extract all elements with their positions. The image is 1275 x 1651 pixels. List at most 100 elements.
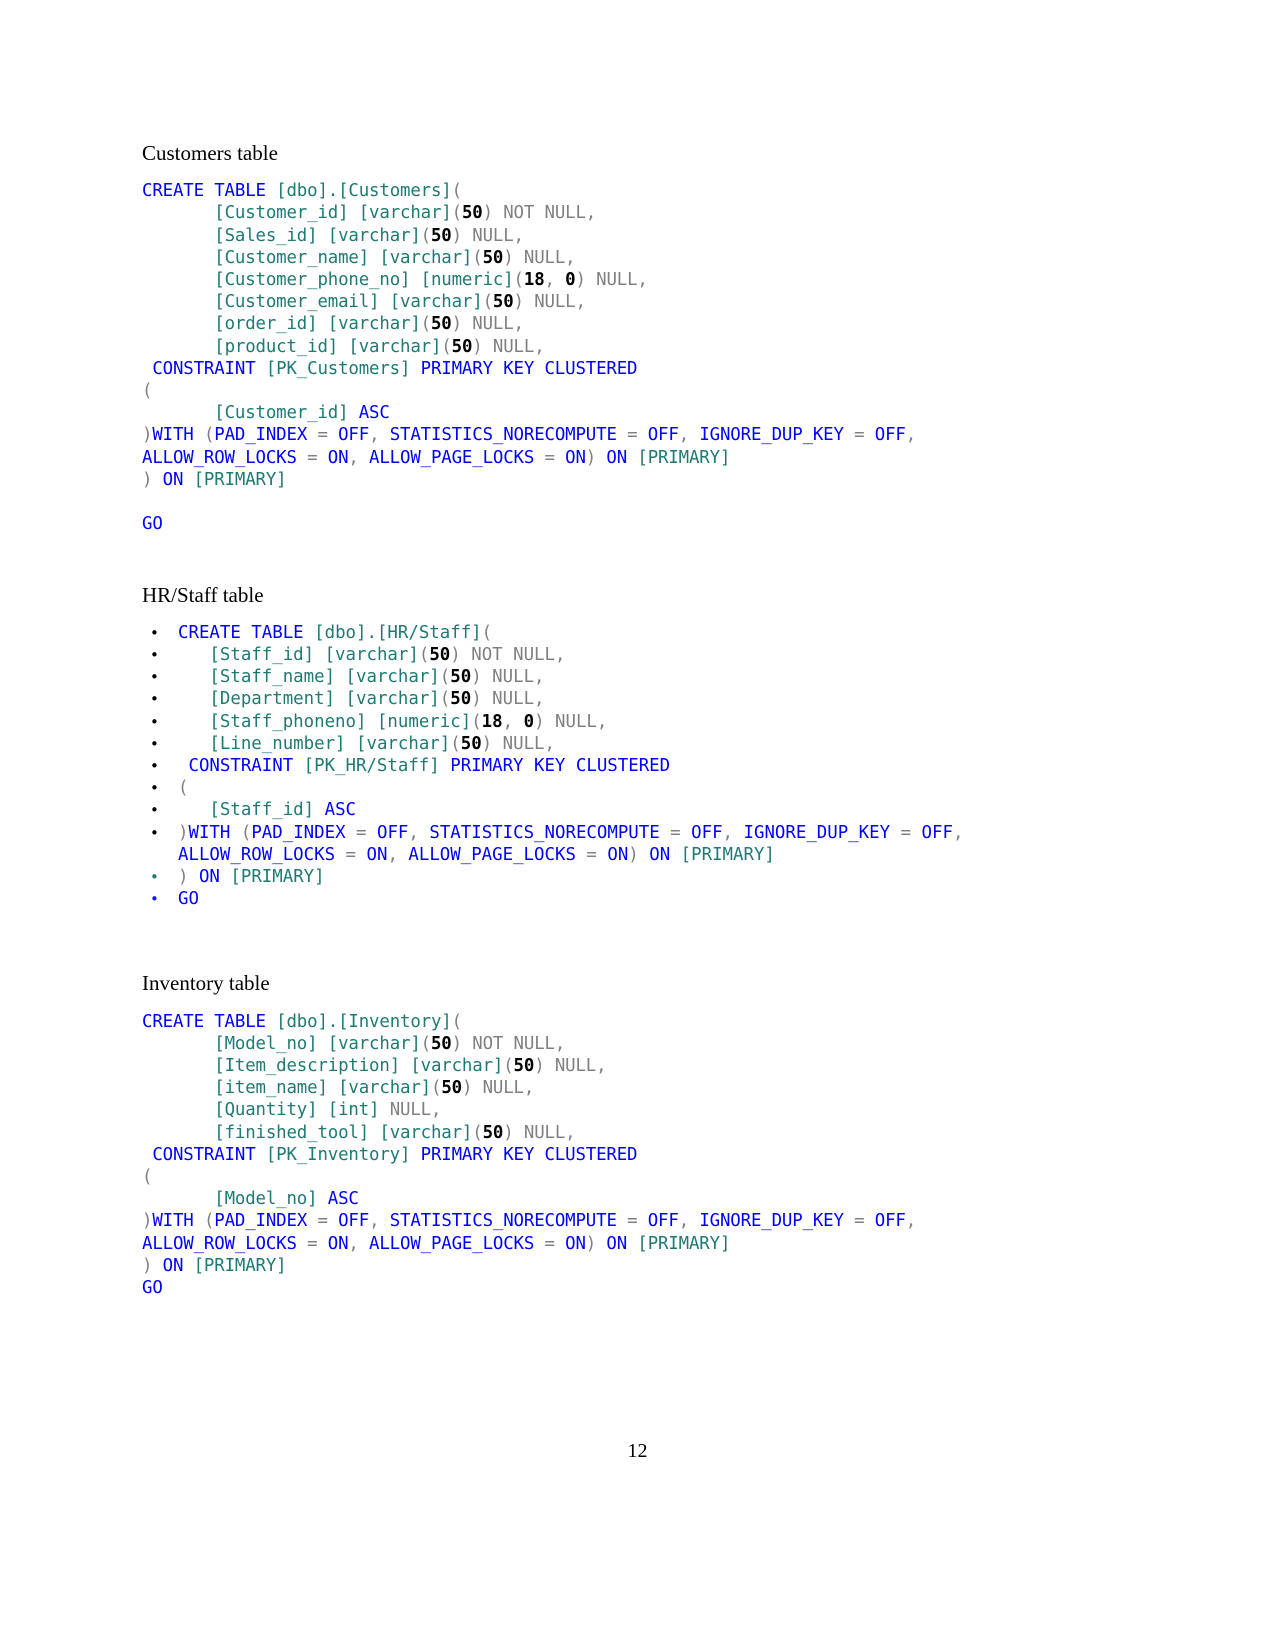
code-token: ON	[607, 844, 629, 865]
code-line: [Customer_name] [varchar](50) NULL,	[142, 247, 1132, 269]
code-token: )	[482, 203, 493, 224]
code-token: NULL,	[585, 270, 648, 291]
code-token: (	[472, 247, 483, 268]
code-token: NOT NULL,	[492, 203, 597, 224]
code-token: NULL,	[461, 314, 524, 335]
code-token: OFF	[921, 822, 953, 843]
code-token: ,	[348, 1233, 370, 1254]
code-token: (	[472, 1122, 483, 1143]
code-token: [dbo].[HR/Staff]	[314, 622, 482, 643]
code-list-item: • [Department] [varchar](50) NULL,	[142, 688, 1132, 710]
code-token: STATISTICS_NORECOMPUTE	[389, 425, 628, 446]
code-token: )	[471, 689, 482, 710]
code-token: CREATE TABLE	[142, 1011, 277, 1032]
code-list-item: • [Staff_phoneno] [numeric](18, 0) NULL,	[142, 711, 1132, 733]
code-token: 50	[460, 733, 482, 754]
code-token: 18	[523, 270, 545, 291]
code-line: [Model_no] ASC	[142, 1188, 1132, 1210]
code-line: GO	[142, 513, 1132, 535]
code-token: )	[513, 292, 524, 313]
code-token: IGNORE_DUP_KEY	[699, 1211, 855, 1232]
code-token: ,	[502, 711, 524, 732]
code-token: CONSTRAINT	[142, 358, 266, 379]
code-token: ,	[387, 844, 409, 865]
code-token: [PRIMARY]	[193, 469, 287, 490]
code-token: ,	[952, 822, 964, 843]
code-token: =	[854, 1211, 875, 1232]
code-line: ALLOW_ROW_LOCKS = ON, ALLOW_PAGE_LOCKS =…	[142, 1233, 1132, 1255]
code-token: )	[628, 844, 639, 865]
code-token: [Staff_name] [varchar]	[209, 667, 440, 688]
bullet-icon: •	[150, 801, 159, 820]
code-token: 50	[461, 203, 483, 224]
code-token: ,	[678, 425, 700, 446]
code-block-customers-table: CREATE TABLE [dbo].[Customers]( [Custome…	[142, 180, 1132, 535]
bullet-icon: •	[150, 690, 159, 709]
code-token: 50	[482, 1122, 504, 1143]
code-token: (	[142, 381, 153, 402]
code-token: ON	[152, 469, 194, 490]
code-token: =	[317, 425, 339, 446]
code-token: (	[203, 425, 215, 446]
code-line: GO	[178, 888, 1132, 910]
code-token: OFF	[647, 425, 679, 446]
code-token: 50	[450, 689, 472, 710]
code-line: [Staff_phoneno] [numeric](18, 0) NULL,	[178, 711, 1132, 733]
code-token: [Customer_name] [varchar]	[214, 247, 473, 268]
code-token: )	[451, 225, 462, 246]
code-token: )	[534, 711, 545, 732]
bullet-icon: •	[150, 890, 159, 909]
code-list-item: •) ON [PRIMARY]	[142, 866, 1132, 888]
bullet-icon: •	[150, 823, 159, 842]
code-token: PAD_INDEX	[251, 822, 357, 843]
code-token: WITH	[188, 822, 241, 843]
code-token: ON	[327, 1233, 349, 1254]
code-token: )	[142, 1211, 153, 1232]
code-token: (	[420, 1033, 431, 1054]
code-token: [PRIMARY]	[637, 1233, 731, 1254]
code-token: [PK_Inventory]	[265, 1144, 411, 1165]
code-token: (	[142, 1167, 153, 1188]
code-line: (	[142, 380, 1132, 402]
code-token: ALLOW_PAGE_LOCKS	[369, 447, 545, 468]
bullet-icon: •	[150, 623, 159, 642]
code-token: )	[450, 644, 461, 665]
code-token: ALLOW_ROW_LOCKS	[178, 844, 346, 865]
code-token: [product_id] [varchar]	[214, 336, 442, 357]
code-token: [Department] [varchar]	[209, 689, 440, 710]
code-line: CREATE TABLE [dbo].[Inventory](	[142, 1011, 1132, 1033]
code-line: )WITH (PAD_INDEX = OFF, STATISTICS_NOREC…	[142, 424, 1132, 446]
code-token: =	[670, 822, 692, 843]
code-token: =	[544, 1233, 566, 1254]
code-token: OFF	[691, 822, 723, 843]
code-line: CREATE TABLE [dbo].[Customers](	[142, 180, 1132, 202]
code-token: ON	[596, 447, 638, 468]
bullet-icon: •	[150, 668, 159, 687]
code-token: ,	[369, 425, 390, 446]
code-token: NULL,	[523, 292, 586, 313]
code-token: NULL,	[513, 247, 576, 268]
code-token: ,	[905, 425, 917, 446]
code-token: (	[451, 1011, 462, 1032]
code-token: NOT NULL,	[460, 644, 566, 665]
code-token: [PK_HR/Staff]	[303, 755, 440, 776]
code-token: =	[627, 1211, 648, 1232]
code-token: [PRIMARY]	[230, 866, 325, 887]
code-token: (	[439, 667, 451, 688]
page-number: 12	[627, 1440, 648, 1462]
code-token: )	[585, 447, 597, 468]
bullet-icon: •	[150, 779, 159, 798]
code-token: )	[585, 1233, 597, 1254]
code-token: WITH	[152, 1211, 204, 1232]
code-token: ,	[369, 1211, 390, 1232]
code-token: (	[418, 644, 430, 665]
code-token: =	[307, 1233, 328, 1254]
code-token: 50	[430, 314, 452, 335]
